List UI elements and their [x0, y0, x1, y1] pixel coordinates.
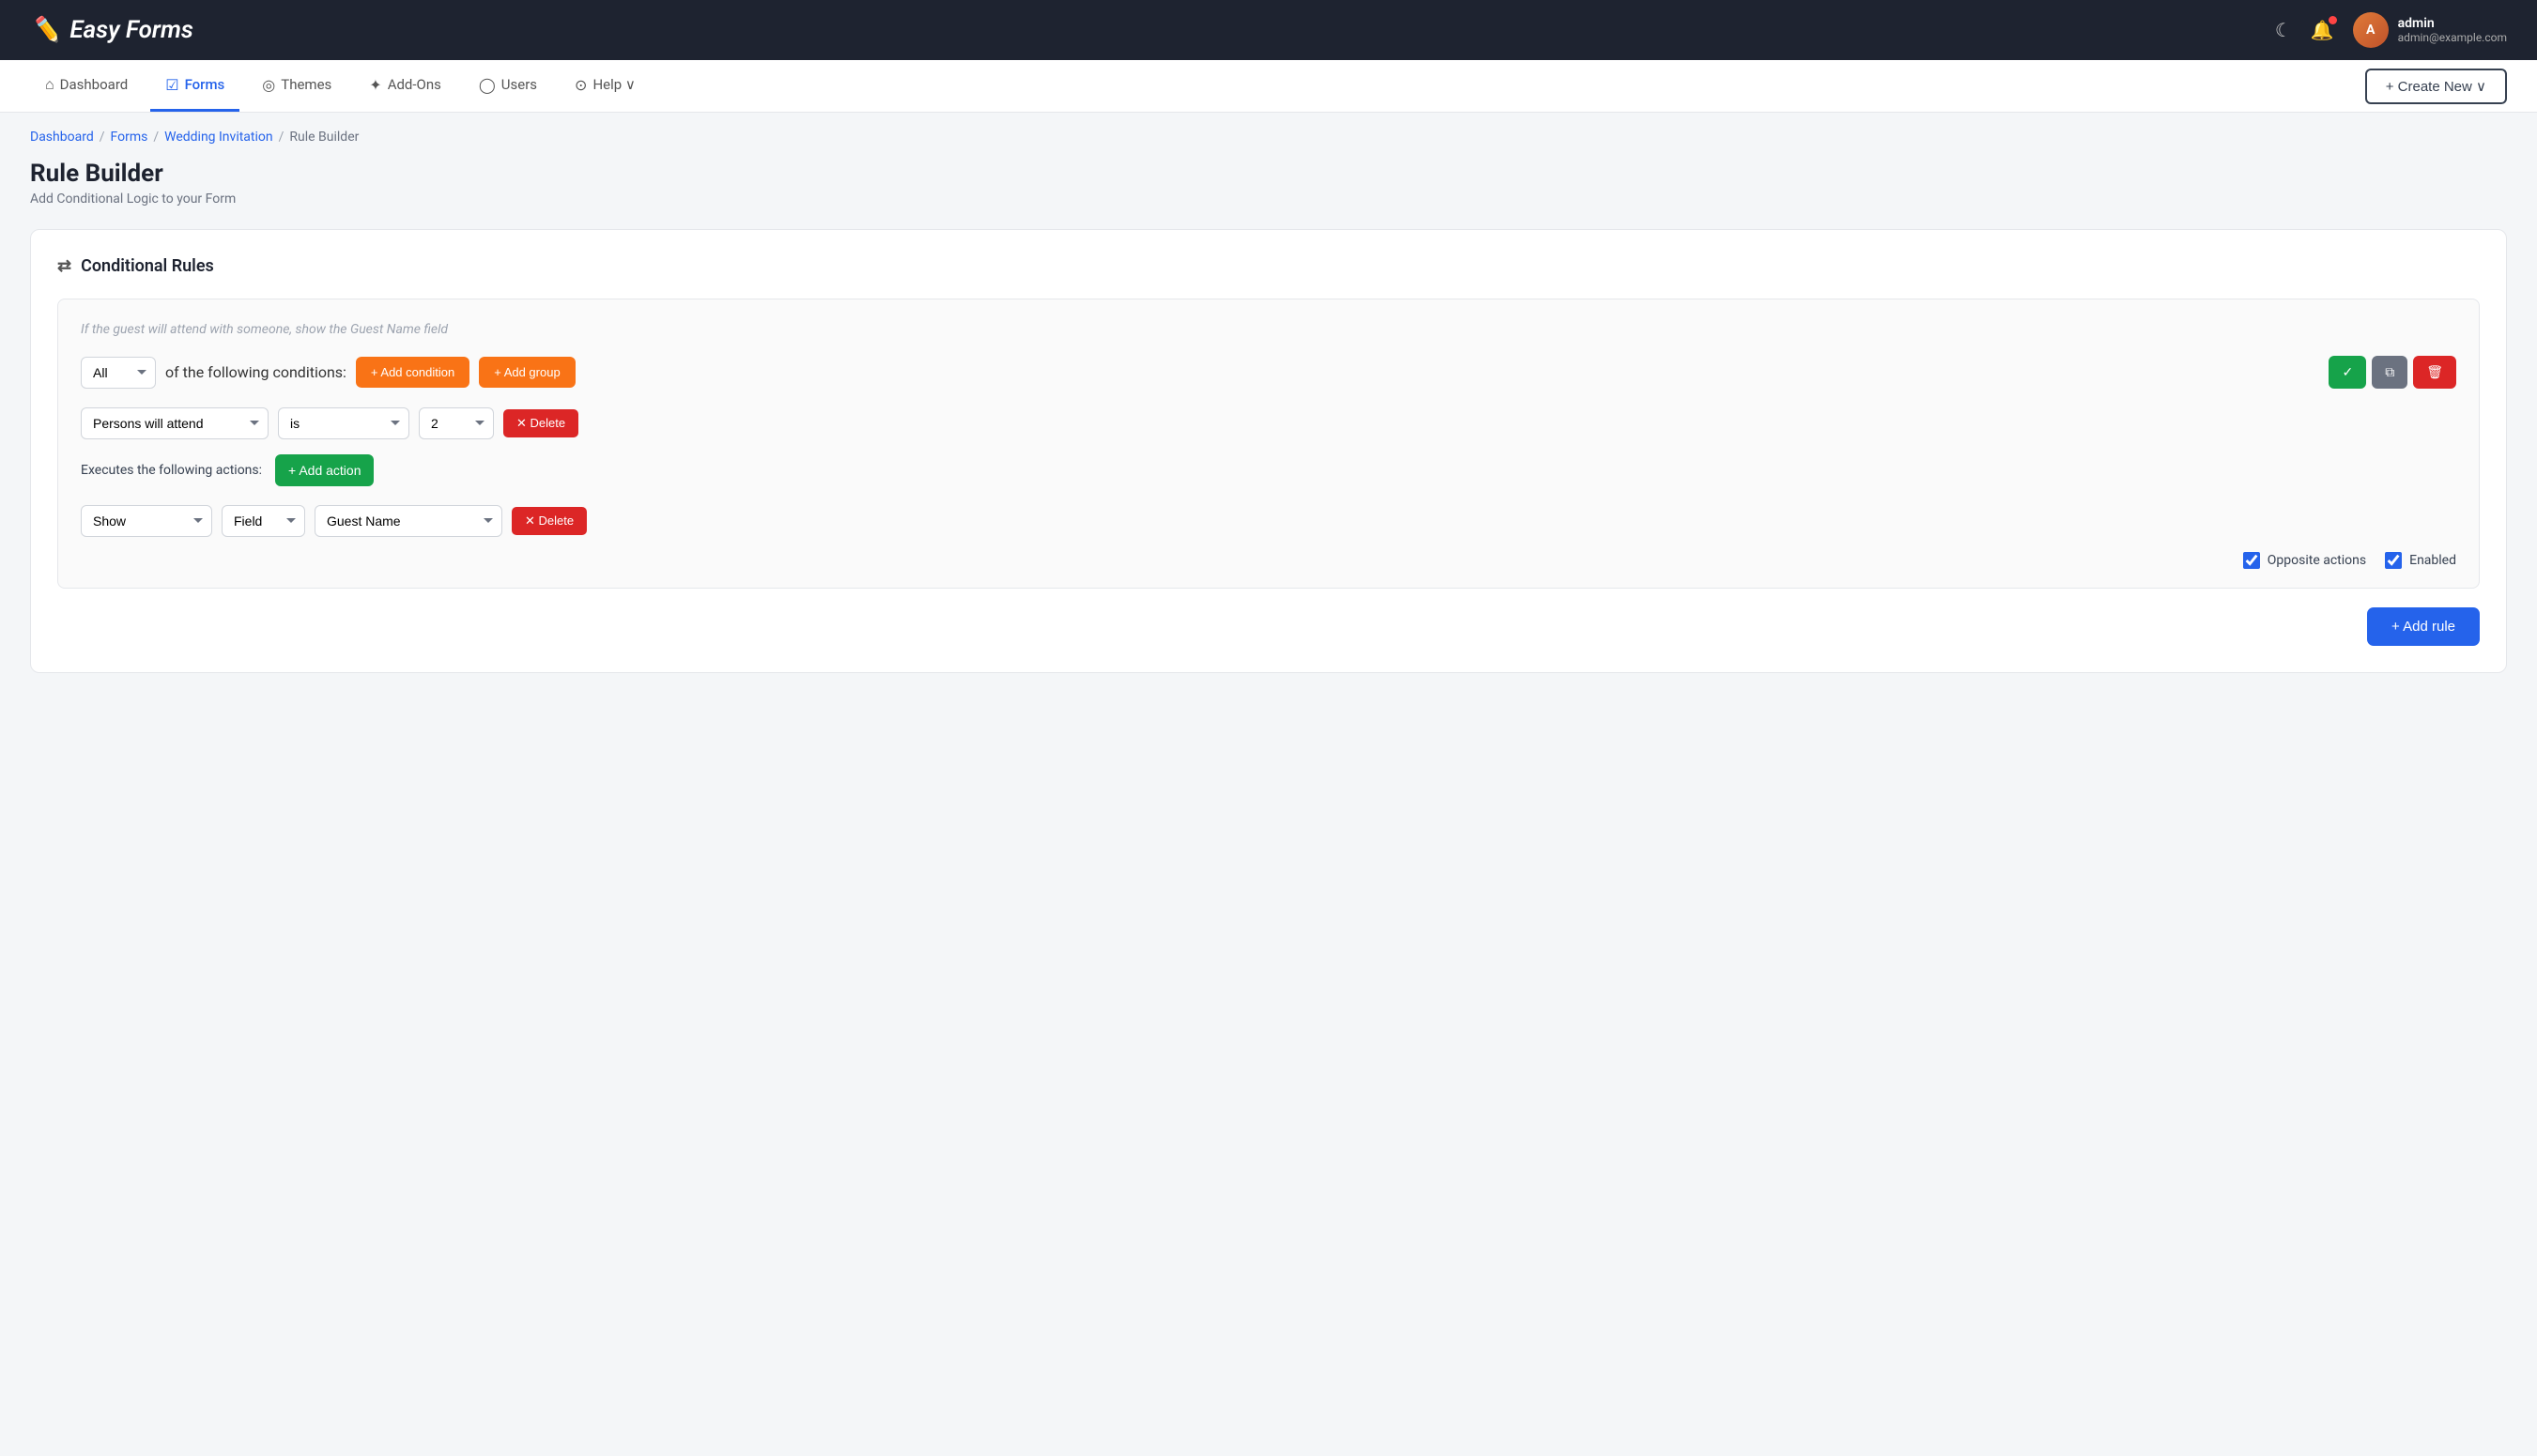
condition-operator-select[interactable]: is is not contains — [278, 407, 409, 439]
rule-box: If the guest will attend with someone, s… — [57, 299, 2480, 589]
logo-icon: ✏️ — [30, 16, 60, 44]
help-icon: ⊙ — [575, 76, 587, 94]
condition-value-select[interactable]: 2 1 3 — [419, 407, 494, 439]
breadcrumb: Dashboard / Forms / Wedding Invitation /… — [0, 113, 2537, 152]
avatar: A — [2353, 12, 2389, 48]
add-rule-label: + Add rule — [2391, 619, 2455, 635]
confirm-rule-button[interactable]: ✓ — [2329, 356, 2366, 389]
nav-label-themes: Themes — [281, 76, 331, 93]
conditions-top-row: All Any of the following conditions: + A… — [81, 356, 2456, 389]
add-group-label: + Add group — [494, 365, 560, 379]
page-header: Rule Builder Add Conditional Logic to yo… — [0, 152, 2537, 229]
rule-actions: ✓ ⧉ 🗑 — [2329, 356, 2456, 389]
rule-description: If the guest will attend with someone, s… — [81, 322, 2456, 337]
notifications-icon[interactable]: 🔔 — [2311, 19, 2334, 41]
all-select[interactable]: All Any — [81, 357, 156, 389]
rule-bottom: Opposite actions Enabled — [81, 552, 2456, 569]
copy-rule-button[interactable]: ⧉ — [2372, 356, 2407, 389]
executes-label: Executes the following actions: — [81, 463, 262, 478]
page-title: Rule Builder — [30, 160, 2507, 188]
dark-mode-icon[interactable]: ☾ — [2275, 19, 2292, 41]
conditions-top-left: All Any of the following conditions: + A… — [81, 357, 576, 389]
nav-label-help: Help ∨ — [592, 76, 635, 93]
trash-icon: 🗑 — [2426, 364, 2443, 380]
logo-text: Easy Forms — [69, 16, 193, 44]
conditional-rules-icon: ⇄ — [57, 256, 71, 276]
nav-items: ⌂ Dashboard ☑ Forms ◎ Themes ✦ Add-Ons ◯… — [30, 60, 651, 112]
breadcrumb-sep-2: / — [153, 130, 159, 145]
opposite-actions-checkbox[interactable] — [2243, 552, 2260, 569]
nav-item-users[interactable]: ◯ Users — [464, 60, 552, 112]
admin-text: admin admin@example.com — [2398, 16, 2507, 44]
action-target-select[interactable]: Guest Name — [315, 505, 502, 537]
dashboard-icon: ⌂ — [45, 75, 54, 94]
action-type-select[interactable]: Field Section — [222, 505, 305, 537]
rules-section-header: ⇄ Conditional Rules — [57, 256, 2480, 276]
page-subtitle: Add Conditional Logic to your Form — [30, 192, 2507, 207]
navbar: ⌂ Dashboard ☑ Forms ◎ Themes ✦ Add-Ons ◯… — [0, 60, 2537, 113]
add-condition-label: + Add condition — [371, 365, 454, 379]
nav-item-help[interactable]: ⊙ Help ∨ — [560, 60, 651, 112]
action-show-select[interactable]: Show Hide — [81, 505, 212, 537]
check-icon: ✓ — [2342, 364, 2353, 380]
add-condition-button[interactable]: + Add condition — [356, 357, 469, 388]
users-icon: ◯ — [479, 76, 496, 94]
delete-condition-button[interactable]: ✕ Delete — [503, 409, 578, 437]
nav-item-forms[interactable]: ☑ Forms — [150, 60, 239, 112]
copy-icon: ⧉ — [2385, 364, 2394, 380]
themes-icon: ◎ — [262, 76, 275, 94]
nav-item-dashboard[interactable]: ⌂ Dashboard — [30, 60, 143, 112]
conditions-label: of the following conditions: — [165, 363, 346, 381]
condition-field-select[interactable]: Persons will attend — [81, 407, 269, 439]
breadcrumb-dashboard[interactable]: Dashboard — [30, 130, 94, 145]
notification-dot — [2329, 16, 2337, 24]
add-rule-area: + Add rule — [57, 607, 2480, 646]
main-content: ⇄ Conditional Rules If the guest will at… — [0, 229, 2537, 711]
breadcrumb-sep-1: / — [100, 130, 105, 145]
nav-label-addons: Add-Ons — [388, 76, 441, 93]
breadcrumb-forms[interactable]: Forms — [111, 130, 148, 145]
breadcrumb-wedding-invitation[interactable]: Wedding Invitation — [164, 130, 273, 145]
create-new-button[interactable]: + Create New ∨ — [2365, 69, 2507, 104]
nav-label-users: Users — [501, 76, 537, 93]
topbar-right: ☾ 🔔 A admin admin@example.com — [2275, 12, 2507, 48]
opposite-actions-text: Opposite actions — [2268, 553, 2366, 568]
add-group-button[interactable]: + Add group — [479, 357, 575, 388]
action-item: Show Hide Field Section Guest Name ✕ Del… — [81, 505, 2456, 537]
add-action-label: + Add action — [288, 463, 361, 478]
opposite-actions-label[interactable]: Opposite actions — [2243, 552, 2366, 569]
enabled-label[interactable]: Enabled — [2385, 552, 2456, 569]
delete-action-button[interactable]: ✕ Delete — [512, 507, 587, 535]
nav-item-addons[interactable]: ✦ Add-Ons — [354, 60, 456, 112]
admin-name: admin — [2398, 16, 2507, 31]
addons-icon: ✦ — [369, 76, 381, 94]
nav-label-dashboard: Dashboard — [60, 76, 129, 93]
rules-card: ⇄ Conditional Rules If the guest will at… — [30, 229, 2507, 673]
app-logo: ✏️ Easy Forms — [30, 16, 193, 44]
enabled-checkbox[interactable] — [2385, 552, 2402, 569]
nav-label-forms: Forms — [185, 76, 225, 93]
delete-condition-label: ✕ Delete — [516, 416, 565, 431]
conditional-rules-title: Conditional Rules — [81, 256, 214, 276]
delete-rule-button[interactable]: 🗑 — [2413, 356, 2456, 389]
enabled-text: Enabled — [2409, 553, 2456, 568]
admin-info: A admin admin@example.com — [2353, 12, 2507, 48]
add-rule-button[interactable]: + Add rule — [2367, 607, 2480, 646]
breadcrumb-current: Rule Builder — [289, 130, 359, 145]
condition-item: Persons will attend is is not contains 2… — [81, 407, 2456, 439]
forms-icon: ☑ — [165, 76, 178, 94]
create-new-label: + Create New ∨ — [2386, 78, 2486, 95]
topbar: ✏️ Easy Forms ☾ 🔔 A admin admin@example.… — [0, 0, 2537, 60]
add-action-button[interactable]: + Add action — [275, 454, 374, 486]
nav-item-themes[interactable]: ◎ Themes — [247, 60, 346, 112]
delete-action-label: ✕ Delete — [525, 513, 574, 529]
admin-email: admin@example.com — [2398, 31, 2507, 44]
breadcrumb-sep-3: / — [279, 130, 284, 145]
actions-section: Executes the following actions: + Add ac… — [81, 454, 2456, 486]
